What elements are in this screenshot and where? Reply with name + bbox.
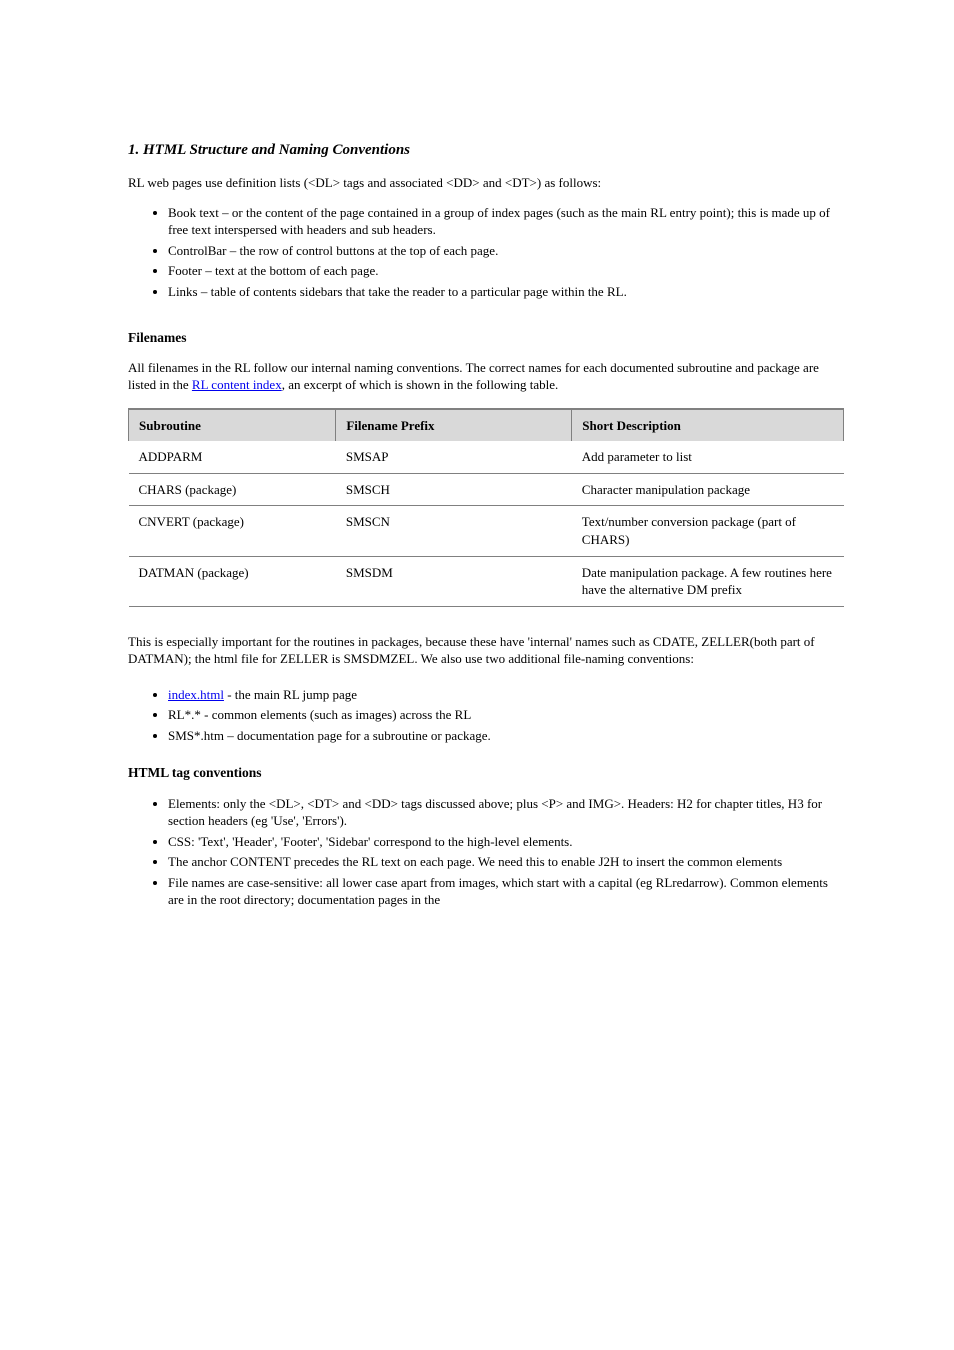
th-description: Short Description bbox=[572, 409, 844, 442]
index-html-link[interactable]: index.html bbox=[168, 687, 224, 702]
list-item: Elements: only the <DL>, <DT> and <DD> t… bbox=[168, 795, 844, 830]
list-item: File names are case-sensitive: all lower… bbox=[168, 874, 844, 909]
naming-convention-bullets: index.html - the main RL jump page RL*.*… bbox=[128, 686, 844, 745]
section-1-title: 1. HTML Structure and Naming Conventions bbox=[128, 140, 844, 160]
filenames-para-1: All filenames in the RL follow our inter… bbox=[128, 359, 844, 394]
list-item: RL*.* - common elements (such as images)… bbox=[168, 706, 844, 724]
filenames-para-2: This is especially important for the rou… bbox=[128, 633, 844, 668]
th-subroutine: Subroutine bbox=[129, 409, 336, 442]
list-item: Links – table of contents sidebars that … bbox=[168, 283, 844, 301]
html-tag-conventions-heading: HTML tag conventions bbox=[128, 764, 844, 782]
section-1-bullets: Book text – or the content of the page c… bbox=[128, 204, 844, 301]
list-item: CSS: 'Text', 'Header', 'Footer', 'Sideba… bbox=[168, 833, 844, 851]
list-item: SMS*.htm – documentation page for a subr… bbox=[168, 727, 844, 745]
list-item: Footer – text at the bottom of each page… bbox=[168, 262, 844, 280]
table-row: DATMAN (package) SMSDM Date manipulation… bbox=[129, 556, 844, 606]
list-item: ControlBar – the row of control buttons … bbox=[168, 242, 844, 260]
list-item: The anchor CONTENT precedes the RL text … bbox=[168, 853, 844, 871]
section-1-leadin: RL web pages use definition lists (<DL> … bbox=[128, 174, 844, 192]
table-row: CHARS (package) SMSCH Character manipula… bbox=[129, 473, 844, 506]
filenames-heading: Filenames bbox=[128, 329, 844, 347]
rl-content-index-link[interactable]: RL content index bbox=[192, 377, 282, 392]
table-row: ADDPARM SMSAP Add parameter to list bbox=[129, 441, 844, 473]
filename-table: Subroutine Filename Prefix Short Descrip… bbox=[128, 408, 844, 607]
th-filename-prefix: Filename Prefix bbox=[336, 409, 572, 442]
list-item: Book text – or the content of the page c… bbox=[168, 204, 844, 239]
table-row: CNVERT (package) SMSCN Text/number conve… bbox=[129, 506, 844, 556]
list-item: index.html - the main RL jump page bbox=[168, 686, 844, 704]
tag-convention-bullets: Elements: only the <DL>, <DT> and <DD> t… bbox=[128, 795, 844, 909]
